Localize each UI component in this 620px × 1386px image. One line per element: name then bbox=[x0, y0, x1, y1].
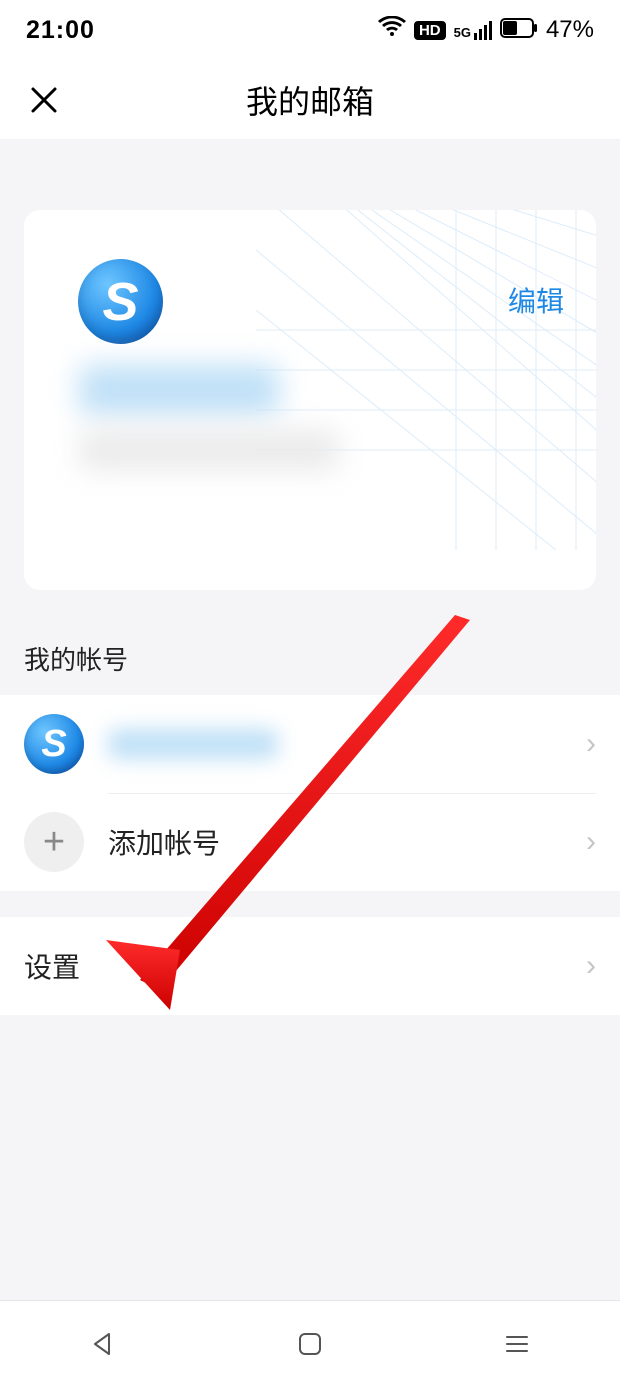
hd-badge: HD bbox=[414, 21, 446, 40]
accounts-section-header: 我的帐号 bbox=[0, 620, 620, 695]
square-home-icon bbox=[297, 1331, 323, 1357]
system-nav-bar bbox=[0, 1300, 620, 1386]
page-title: 我的邮箱 bbox=[0, 77, 620, 123]
nav-back-button[interactable] bbox=[85, 1326, 121, 1362]
decorative-lines bbox=[256, 210, 596, 550]
close-icon bbox=[29, 85, 59, 115]
add-account-label: 添加帐号 bbox=[108, 822, 586, 862]
triangle-back-icon bbox=[89, 1330, 117, 1358]
nav-home-button[interactable] bbox=[292, 1326, 328, 1362]
wifi-icon bbox=[378, 16, 406, 45]
profile-card: 编辑 S bbox=[24, 210, 596, 590]
plus-icon: + bbox=[24, 812, 84, 872]
signal-5g-icon: 5G bbox=[454, 21, 492, 40]
chevron-right-icon: › bbox=[586, 949, 596, 983]
redacted-email bbox=[79, 430, 339, 470]
body-area: 编辑 S 我的帐号 S › + 添加帐号 › 设置 › bbox=[0, 140, 620, 1300]
status-bar: 21:00 HD 5G 47% bbox=[0, 0, 620, 60]
settings-row[interactable]: 设置 › bbox=[0, 917, 620, 1015]
battery-icon bbox=[500, 16, 538, 45]
nav-recents-button[interactable] bbox=[499, 1326, 535, 1362]
accounts-list: S › + 添加帐号 › bbox=[0, 695, 620, 891]
page-header: 我的邮箱 bbox=[0, 60, 620, 140]
menu-recents-icon bbox=[503, 1332, 531, 1356]
close-button[interactable] bbox=[24, 80, 64, 120]
edit-profile-link[interactable]: 编辑 bbox=[508, 280, 564, 320]
battery-percentage: 47% bbox=[546, 16, 594, 44]
add-account-row[interactable]: + 添加帐号 › bbox=[0, 793, 620, 891]
chevron-right-icon: › bbox=[586, 727, 596, 761]
status-time: 21:00 bbox=[26, 16, 95, 45]
chevron-right-icon: › bbox=[586, 825, 596, 859]
redacted-account-label bbox=[108, 729, 278, 759]
account-row[interactable]: S › bbox=[0, 695, 620, 793]
redacted-name bbox=[79, 365, 279, 415]
app-logo-icon: S bbox=[24, 714, 84, 774]
app-logo-icon: S bbox=[78, 259, 163, 344]
settings-label: 设置 bbox=[24, 946, 586, 986]
